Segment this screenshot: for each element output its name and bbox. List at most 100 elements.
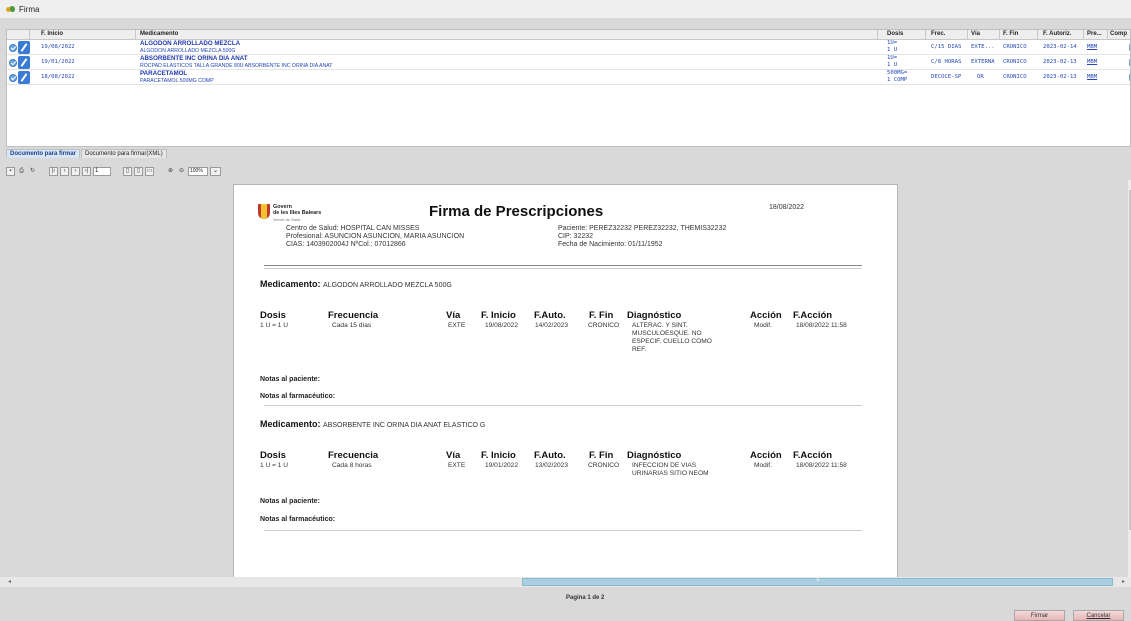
- cell-diagnostico: URINARIAS SITIO NEOM: [632, 470, 709, 477]
- save-icon[interactable]: ▪: [6, 166, 15, 176]
- row-check-icon[interactable]: [9, 59, 17, 67]
- last-page-icon[interactable]: ›|: [82, 166, 91, 176]
- row-f-fin: CRONICO: [1003, 59, 1027, 65]
- refresh-icon[interactable]: ↻: [28, 167, 37, 176]
- col-frec[interactable]: Frec.: [931, 31, 945, 37]
- row-med-detail: ROCPAD ELASTICOS TALLA GRANDE 80U ABSORB…: [140, 63, 333, 69]
- medicamento-heading: Medicamento: ABSORBENTE INC ORINA DIA AN…: [260, 419, 486, 429]
- cell-frecuencia: Cada 8 horas: [332, 462, 372, 469]
- table-row[interactable]: 18/08/2022 PARACETAMOL PARACETAMOL 500MG…: [7, 70, 1130, 85]
- prescriptions-grid: F. Inicio Medicamento Dosis Frec. Vía F.…: [6, 29, 1131, 147]
- cell-frecuencia: Cada 15 días: [332, 322, 372, 329]
- row-med-name: ALGODON ARROLLADO MEZCLA: [140, 40, 241, 47]
- row-frec: C/15 DIAS: [931, 44, 962, 50]
- row-f-autoriz: 2023-02-13: [1043, 74, 1077, 80]
- col-f-fin[interactable]: F. Fin: [1003, 31, 1018, 37]
- cell-via: EXTE: [448, 462, 466, 469]
- cell-via: EXTE: [448, 322, 466, 329]
- row-pre-link[interactable]: MBM: [1087, 74, 1097, 80]
- edit-pencil-icon[interactable]: [18, 56, 30, 69]
- row-dosis-unit: 1 COMP: [887, 77, 908, 83]
- notas-farmaceutico: Notas al farmacéutico:: [260, 516, 336, 523]
- header-f-inicio: F. Inicio: [481, 310, 516, 321]
- zoom-out-icon[interactable]: ⊖: [177, 167, 186, 176]
- tab-documento-para-firmar-xml[interactable]: Documento para firmar(XML): [81, 149, 167, 158]
- single-page-icon[interactable]: ▯: [123, 166, 132, 176]
- zoom-in-icon[interactable]: ⊕: [166, 167, 175, 176]
- row-f-fin: CRONICO: [1003, 74, 1027, 80]
- header-frecuencia: Frecuencia: [328, 450, 379, 461]
- row-check-icon[interactable]: [9, 74, 17, 82]
- document-header-right: Paciente: PEREZ32232 PEREZ32232, THEMIS3…: [558, 225, 726, 249]
- cell-f-auto: 13/02/2023: [535, 462, 569, 469]
- row-check-icon[interactable]: [9, 44, 17, 52]
- logo-line3: Servei de Salut: [273, 217, 301, 222]
- header-accion: Acción: [750, 310, 782, 321]
- document-header-left: Centro de Salud: HOSPITAL CAN MISSES Pro…: [286, 225, 464, 249]
- page-indicator: Pagina 1 de 2: [566, 595, 605, 601]
- firmar-button[interactable]: Firmar: [1014, 610, 1065, 621]
- header-f-accion: F.Acción: [793, 310, 833, 321]
- row-f-fin: CRONICO: [1003, 44, 1027, 50]
- col-pre[interactable]: Pre...: [1087, 31, 1102, 37]
- header-f-auto: F.Auto.: [534, 310, 566, 321]
- document-tabs: Documento para firmar Documento para fir…: [6, 149, 168, 159]
- govern-logo: Govern de les Illes Balears Servei de Sa…: [258, 202, 328, 226]
- table-row[interactable]: 19/08/2022 ALGODON ARROLLADO MEZCLA ALGO…: [7, 40, 1130, 55]
- cancelar-button[interactable]: Cancelar: [1073, 610, 1124, 621]
- col-medicamento[interactable]: Medicamento: [140, 31, 178, 37]
- header-accion: Acción: [750, 450, 782, 461]
- zoom-select[interactable]: 100%: [188, 166, 208, 176]
- col-f-inicio[interactable]: F. Inicio: [41, 31, 63, 37]
- centro-salud: Centro de Salud: HOSPITAL CAN MISSES: [286, 225, 420, 232]
- chevron-down-icon[interactable]: ⌄: [210, 166, 221, 176]
- header-diagnostico: Diagnóstico: [627, 450, 682, 461]
- page-width-icon[interactable]: ▭: [145, 166, 154, 176]
- cias-ncol: CIAS: 1403902004J NºCol.: 07012866: [286, 241, 406, 248]
- profesional: Profesional: ASUNCION ASUNCION, MARIA AS…: [286, 233, 465, 240]
- cell-accion: Modif.: [754, 462, 772, 469]
- scroll-right-icon[interactable]: ▸: [1122, 578, 1125, 585]
- divider: [264, 530, 862, 531]
- cell-diagnostico: ESPECIF. CUELLO COMO: [632, 338, 712, 345]
- logo-line2: de les Illes Balears: [273, 210, 322, 216]
- edit-pencil-icon[interactable]: [18, 71, 30, 84]
- row-dosis-unit: 1 U: [887, 47, 898, 53]
- header-f-fin: F. Fin: [589, 450, 614, 461]
- row-dosis: 500MG=: [887, 70, 908, 76]
- cell-f-inicio: 19/08/2022: [485, 322, 519, 329]
- page-number-input[interactable]: 1: [93, 166, 111, 176]
- row-pre-link[interactable]: MBM: [1087, 59, 1097, 65]
- table-row[interactable]: 19/01/2022 ABSORBENTE INC ORINA DIA ANAT…: [7, 55, 1130, 70]
- window-titlebar: Firma: [0, 0, 1131, 18]
- horizontal-scrollbar[interactable]: ◂ ≡ ▸: [0, 577, 1131, 587]
- prev-page-icon[interactable]: ‹: [60, 166, 69, 176]
- first-page-icon[interactable]: |‹: [49, 166, 58, 176]
- divider: [264, 268, 862, 269]
- fecha-nacimiento: Fecha de Nacimiento: 01/11/1952: [558, 241, 663, 248]
- cell-diagnostico: ALTERAC. Y SINT.: [632, 322, 688, 329]
- cell-f-accion: 18/08/2022 11:58: [796, 462, 847, 469]
- row-f-autoriz: 2023-02-13: [1043, 59, 1077, 65]
- cell-diagnostico: MUSCULOESQUE. NO: [632, 330, 702, 337]
- col-comp[interactable]: Comp: [1110, 31, 1127, 37]
- medicamento-name: ABSORBENTE INC ORINA DIA ANAT ELASTICO G: [323, 422, 486, 429]
- row-pre-link[interactable]: MBM: [1087, 44, 1097, 50]
- row-dosis: 1U=: [887, 55, 898, 61]
- two-page-icon[interactable]: ▯: [134, 166, 143, 176]
- cell-diagnostico: INFECCION DE VIAS: [632, 462, 697, 469]
- print-icon[interactable]: ⎙: [17, 167, 26, 176]
- cell-f-auto: 14/02/2023: [535, 322, 569, 329]
- cell-f-fin: CRONICO: [588, 462, 620, 469]
- scroll-left-icon[interactable]: ◂: [8, 578, 11, 585]
- app-logo-icon: [6, 5, 15, 14]
- edit-pencil-icon[interactable]: [18, 41, 30, 54]
- tab-documento-para-firmar[interactable]: Documento para firmar: [6, 149, 81, 158]
- header-diagnostico: Diagnóstico: [627, 310, 682, 321]
- col-via[interactable]: Vía: [971, 31, 980, 37]
- col-dosis[interactable]: Dosis: [887, 31, 903, 37]
- row-med-detail: PARACETAMOL 500MG COMP: [140, 78, 214, 84]
- col-f-autoriz[interactable]: F. Autoriz.: [1043, 31, 1071, 37]
- next-page-icon[interactable]: ›: [71, 166, 80, 176]
- notas-farmaceutico: Notas al farmacéutico:: [260, 393, 336, 400]
